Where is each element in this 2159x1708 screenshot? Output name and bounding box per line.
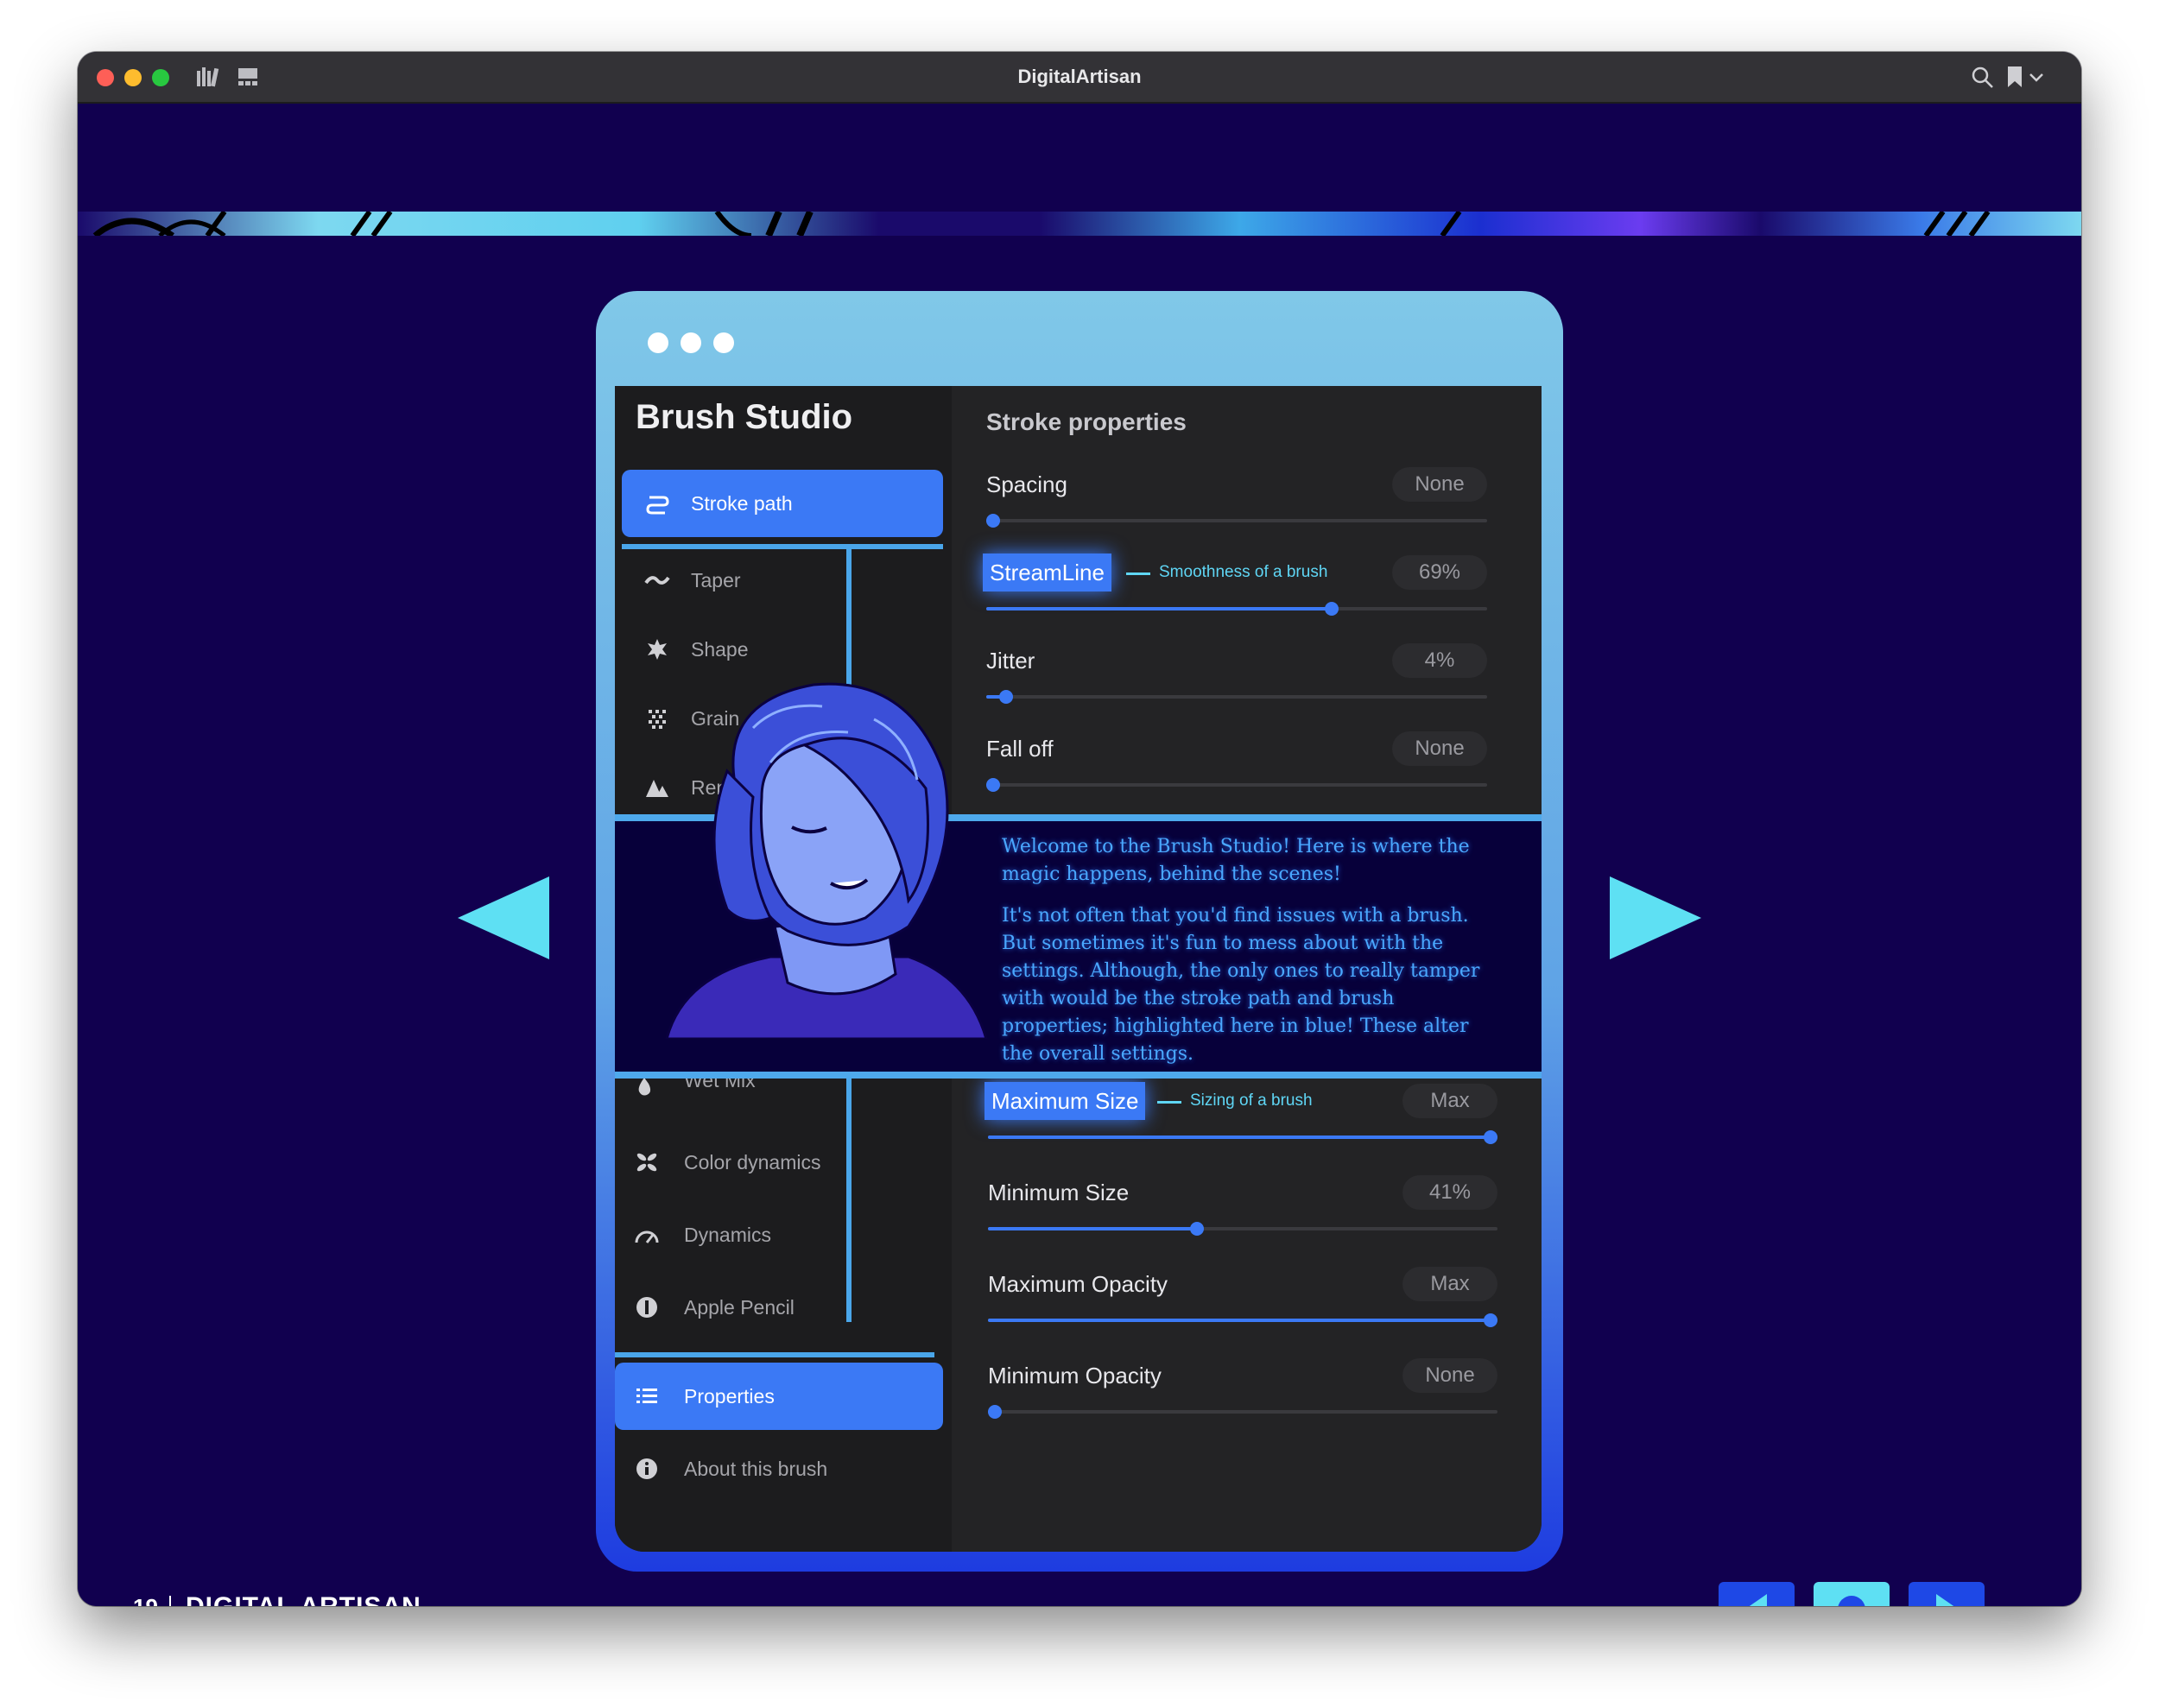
nav-label: Apple Pencil [684, 1296, 795, 1319]
setting-name: Minimum Size [988, 1180, 1130, 1205]
setting-hint: Sizing of a brush [1190, 1091, 1313, 1110]
nav-label: About this brush [684, 1458, 828, 1480]
setting-name: Spacing [986, 471, 1067, 497]
setting-minimum-opacity: Minimum Opacity None [988, 1357, 1497, 1434]
footer-brand: DIGITAL ARTISAN [186, 1592, 421, 1606]
info-icon [634, 1458, 660, 1480]
setting-value[interactable]: None [1392, 467, 1487, 502]
setting-value[interactable]: None [1392, 731, 1487, 766]
setting-maximum-size: Maximum Size Sizing of a brush Max [985, 1082, 1497, 1160]
setting-fall-off: Fall off None [986, 730, 1487, 807]
nav-about-brush[interactable]: About this brush [615, 1435, 936, 1502]
streamline-slider[interactable] [986, 602, 1487, 616]
setting-value[interactable]: 41% [1402, 1175, 1497, 1210]
nav-label: Dynamics [684, 1224, 771, 1246]
hint-dash [1126, 572, 1150, 575]
next-page-arrow[interactable] [1610, 876, 1701, 959]
brush-studio-screen: Brush Studio Stroke path Taper Shape Gra… [615, 386, 1542, 1552]
shape-icon [644, 638, 670, 661]
callout-intro: Welcome to the Brush Studio! Here is whe… [1002, 836, 1470, 885]
connector-line [615, 1352, 934, 1357]
brush-studio-title: Brush Studio [636, 398, 853, 436]
setting-jitter: Jitter 4% [986, 642, 1487, 719]
nav-label: Taper [691, 569, 741, 591]
slider-knob[interactable] [1325, 602, 1339, 616]
search-icon[interactable] [1971, 66, 1995, 88]
nav-dynamics[interactable]: Dynamics [615, 1201, 936, 1268]
arrow-left-icon [1749, 1594, 1767, 1606]
minimum-size-slider[interactable] [988, 1222, 1497, 1236]
nav-color-dynamics[interactable]: Color dynamics [615, 1129, 936, 1196]
app-window: DigitalArtisan Brush Studio Stroke path … [78, 52, 2081, 1606]
properties-icon [634, 1385, 660, 1408]
nav-taper[interactable]: Taper [622, 547, 943, 614]
jitter-slider[interactable] [986, 690, 1487, 704]
setting-name-highlighted: StreamLine [983, 554, 1111, 591]
setting-streamline: StreamLine Smoothness of a brush 69% [983, 554, 1487, 631]
taper-icon [644, 569, 670, 591]
setting-value[interactable]: 4% [1392, 643, 1487, 678]
nav-stroke-path[interactable]: Stroke path [622, 470, 943, 537]
setting-value[interactable]: Max [1402, 1267, 1497, 1301]
maximum-size-slider[interactable] [988, 1130, 1497, 1144]
hint-dash [1157, 1101, 1181, 1104]
stroke-path-icon [644, 492, 670, 515]
callout-body: It's not often that you'd find issues wi… [1002, 905, 1480, 1065]
decorative-banner [78, 212, 2081, 236]
nav-label: Stroke path [691, 492, 793, 515]
apple-pencil-icon [634, 1296, 660, 1319]
chevron-down-icon[interactable] [2028, 66, 2052, 88]
window-title: DigitalArtisan [1017, 66, 1142, 87]
page-stage: Brush Studio Stroke path Taper Shape Gra… [78, 104, 2081, 1606]
setting-maximum-opacity: Maximum Opacity Max [988, 1265, 1497, 1343]
color-dynamics-icon [634, 1151, 660, 1173]
footer-divider [169, 1596, 171, 1606]
tablet-illustration: Brush Studio Stroke path Taper Shape Gra… [596, 291, 1563, 1572]
arrow-right-icon [1936, 1594, 1954, 1606]
page-number: 19 [133, 1594, 158, 1606]
minimum-opacity-slider[interactable] [988, 1405, 1497, 1419]
setting-value[interactable]: 69% [1392, 555, 1487, 590]
spacing-slider[interactable] [986, 514, 1487, 528]
slider-knob[interactable] [988, 1405, 1002, 1419]
slider-knob[interactable] [986, 514, 1000, 528]
setting-value[interactable]: Max [1402, 1084, 1497, 1118]
slider-knob[interactable] [1484, 1313, 1497, 1327]
previous-page-arrow[interactable] [458, 876, 549, 959]
setting-name: Maximum Opacity [988, 1271, 1168, 1297]
next-button[interactable] [1909, 1582, 1985, 1606]
maximum-opacity-slider[interactable] [988, 1313, 1497, 1327]
setting-name: Minimum Opacity [988, 1363, 1162, 1389]
circle-icon [1838, 1596, 1865, 1606]
setting-hint: Smoothness of a brush [1159, 563, 1328, 581]
guide-character-illustration [665, 682, 988, 1039]
nav-label: Properties [684, 1385, 775, 1408]
dynamics-icon [634, 1224, 660, 1246]
nav-label: Color dynamics [684, 1151, 821, 1173]
setting-value[interactable]: None [1402, 1358, 1497, 1393]
slider-knob[interactable] [1484, 1130, 1497, 1144]
home-button[interactable] [1814, 1582, 1890, 1606]
setting-name-highlighted: Maximum Size [985, 1082, 1146, 1120]
previous-button[interactable] [1719, 1582, 1795, 1606]
nav-properties[interactable]: Properties [615, 1363, 943, 1430]
setting-minimum-size: Minimum Size 41% [988, 1173, 1497, 1251]
bookmark-icon[interactable] [2005, 66, 2029, 88]
section-title: Stroke properties [986, 408, 1187, 435]
nav-apple-pencil[interactable]: Apple Pencil [615, 1274, 936, 1341]
slider-knob[interactable] [1189, 1222, 1204, 1236]
fall-off-slider[interactable] [986, 778, 1487, 792]
setting-spacing: Spacing None [986, 465, 1487, 543]
title-bar: DigitalArtisan [78, 52, 2081, 104]
